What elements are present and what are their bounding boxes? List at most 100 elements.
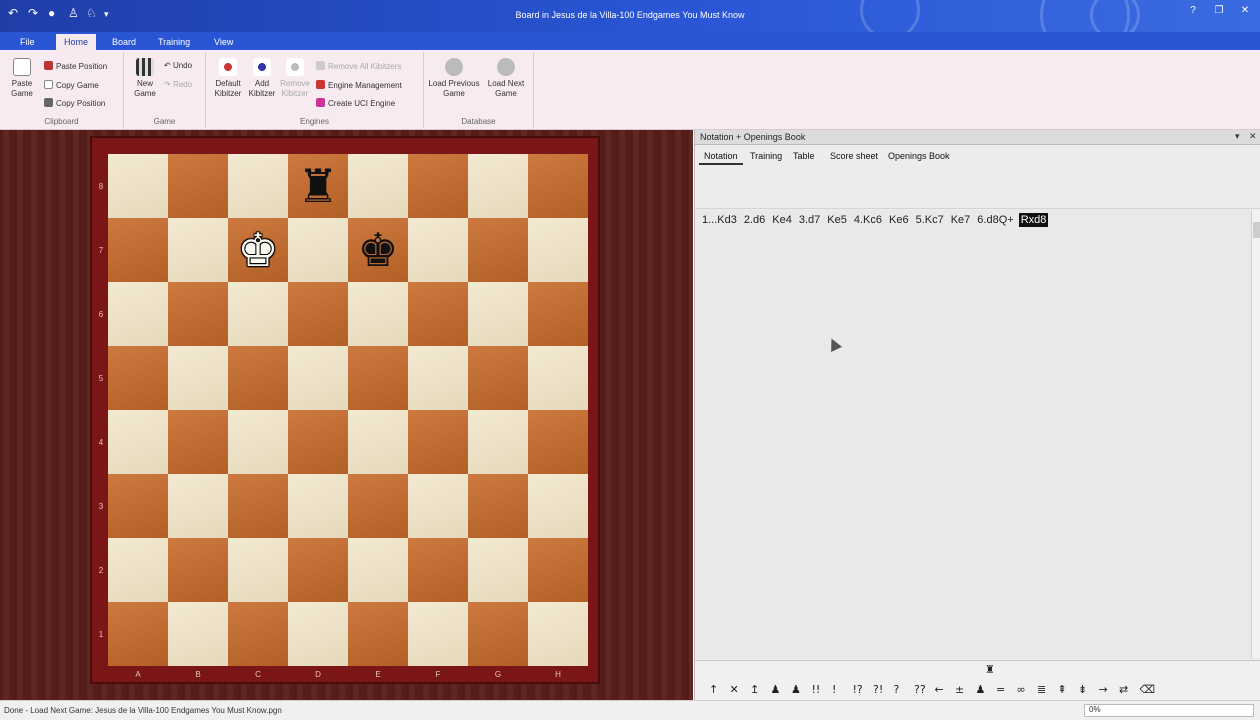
annotation-tool-icon[interactable]: ⇟ xyxy=(1078,683,1087,696)
annotation-tool-icon[interactable]: !! xyxy=(812,683,821,696)
square-g4[interactable] xyxy=(468,410,528,474)
square-b7[interactable] xyxy=(168,218,228,282)
square-f1[interactable] xyxy=(408,602,468,666)
square-a7[interactable] xyxy=(108,218,168,282)
square-a6[interactable] xyxy=(108,282,168,346)
square-f3[interactable] xyxy=(408,474,468,538)
square-b4[interactable] xyxy=(168,410,228,474)
square-h5[interactable] xyxy=(528,346,588,410)
square-a4[interactable] xyxy=(108,410,168,474)
panel-menu-icon[interactable]: ▾ xyxy=(1235,131,1240,142)
remove-kibitzer-button[interactable]: Remove Kibitzer xyxy=(278,58,312,99)
annotation-tool-icon[interactable]: ♟ xyxy=(976,683,986,696)
square-c5[interactable] xyxy=(228,346,288,410)
load-previous-game-button[interactable]: Load Previous Game xyxy=(428,58,480,99)
square-b3[interactable] xyxy=(168,474,228,538)
customize-icon[interactable]: ▾ xyxy=(104,9,109,20)
square-h6[interactable] xyxy=(528,282,588,346)
scrollbar-thumb[interactable] xyxy=(1253,222,1260,238)
square-b8[interactable] xyxy=(168,154,228,218)
square-c8[interactable] xyxy=(228,154,288,218)
annotation-tool-icon[interactable]: ← xyxy=(935,683,944,696)
redo-button[interactable]: ↷ Redo xyxy=(164,80,192,89)
square-h1[interactable] xyxy=(528,602,588,666)
square-d3[interactable] xyxy=(288,474,348,538)
annotation-tool-icon[interactable]: ? xyxy=(894,683,900,696)
annotation-tool-icon[interactable]: ! xyxy=(832,683,836,696)
square-e6[interactable] xyxy=(348,282,408,346)
square-c3[interactable] xyxy=(228,474,288,538)
annotation-tool-icon[interactable]: → xyxy=(1099,683,1108,696)
square-d5[interactable] xyxy=(288,346,348,410)
remove-all-kibitzers-button[interactable]: Remove All Kibitzers xyxy=(316,61,401,71)
square-f2[interactable] xyxy=(408,538,468,602)
tab-training[interactable]: Training xyxy=(150,34,198,50)
square-e8[interactable] xyxy=(348,154,408,218)
square-f8[interactable] xyxy=(408,154,468,218)
white-king-icon[interactable]: ♚ xyxy=(228,218,288,282)
square-g1[interactable] xyxy=(468,602,528,666)
square-a1[interactable] xyxy=(108,602,168,666)
annotation-tool-icon[interactable]: = xyxy=(996,683,1005,696)
load-next-game-button[interactable]: Load Next Game xyxy=(484,58,528,99)
square-a8[interactable] xyxy=(108,154,168,218)
paste-position-button[interactable]: Paste Position xyxy=(44,61,107,71)
move[interactable]: Ke4 xyxy=(770,213,794,227)
move[interactable]: Rxd8 xyxy=(1018,213,1049,227)
tab-home[interactable]: Home xyxy=(56,34,97,50)
chess-board[interactable]: ♜ ♚ ♚ xyxy=(108,154,588,666)
restore-icon[interactable]: ❐ xyxy=(1212,5,1226,16)
rook-icon[interactable]: ♜ xyxy=(985,663,995,676)
square-c7[interactable]: ♚ xyxy=(228,218,288,282)
annotation-tool-icon[interactable]: ↑ xyxy=(709,683,718,696)
move[interactable]: 6.d8Q+ xyxy=(975,213,1015,227)
move[interactable]: Ke5 xyxy=(825,213,849,227)
square-h7[interactable] xyxy=(528,218,588,282)
tab-training-panel[interactable]: Training xyxy=(745,149,787,163)
square-e1[interactable] xyxy=(348,602,408,666)
square-a3[interactable] xyxy=(108,474,168,538)
square-a2[interactable] xyxy=(108,538,168,602)
square-c6[interactable] xyxy=(228,282,288,346)
annotation-tool-icon[interactable]: ✕ xyxy=(730,683,739,696)
square-d4[interactable] xyxy=(288,410,348,474)
annotation-tool-icon[interactable]: ⌫ xyxy=(1140,683,1156,696)
square-h4[interactable] xyxy=(528,410,588,474)
square-g3[interactable] xyxy=(468,474,528,538)
annotation-tool-icon[interactable]: ?? xyxy=(914,683,926,696)
close-icon[interactable]: ✕ xyxy=(1238,5,1252,16)
zoom-slider[interactable]: 0% xyxy=(1084,704,1254,717)
square-h2[interactable] xyxy=(528,538,588,602)
tab-view[interactable]: View xyxy=(206,34,241,50)
annotation-tool-icon[interactable]: !? xyxy=(853,683,863,696)
annotation-tool-icon[interactable]: ♟ xyxy=(771,683,781,696)
pawn-icon[interactable]: ♙ xyxy=(68,6,79,20)
square-d2[interactable] xyxy=(288,538,348,602)
knight-icon[interactable]: ♘ xyxy=(86,6,97,20)
square-e4[interactable] xyxy=(348,410,408,474)
tab-openings-book[interactable]: Openings Book xyxy=(883,149,955,163)
square-b6[interactable] xyxy=(168,282,228,346)
square-g7[interactable] xyxy=(468,218,528,282)
square-d1[interactable] xyxy=(288,602,348,666)
square-e5[interactable] xyxy=(348,346,408,410)
move[interactable]: 1...Kd3 xyxy=(700,213,739,227)
square-d6[interactable] xyxy=(288,282,348,346)
move[interactable]: Ke6 xyxy=(887,213,911,227)
square-h3[interactable] xyxy=(528,474,588,538)
engine-management-button[interactable]: Engine Management xyxy=(316,80,402,90)
annotation-tool-icon[interactable]: ↥ xyxy=(750,683,759,696)
square-h8[interactable] xyxy=(528,154,588,218)
notation-area[interactable]: 1...Kd3 2.d6 Ke4 3.d7 Ke5 4.Kc6 Ke6 5.Kc7 Ke7 6.d… xyxy=(695,210,1251,658)
move[interactable]: 4.Kc6 xyxy=(852,213,884,227)
square-a5[interactable] xyxy=(108,346,168,410)
tab-board[interactable]: Board xyxy=(104,34,144,50)
square-b1[interactable] xyxy=(168,602,228,666)
square-g5[interactable] xyxy=(468,346,528,410)
square-c2[interactable] xyxy=(228,538,288,602)
move[interactable]: 3.d7 xyxy=(797,213,822,227)
square-b2[interactable] xyxy=(168,538,228,602)
notation-scrollbar[interactable] xyxy=(1251,210,1260,658)
annotation-tool-icon[interactable]: ∞ xyxy=(1017,683,1026,696)
paste-game-button[interactable]: Paste Game xyxy=(6,58,38,99)
